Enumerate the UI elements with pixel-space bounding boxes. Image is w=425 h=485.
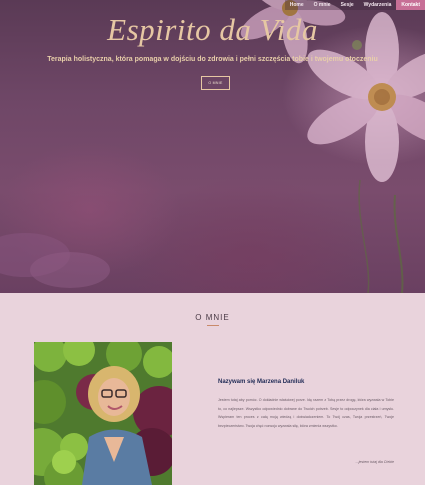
nav-item-sesje[interactable]: Sesje (336, 0, 359, 10)
heading-divider (207, 325, 219, 326)
about-section: O MNIE Nazywam się Marzena Daniluk Jeste… (0, 293, 425, 485)
nav-item-kontakt[interactable]: Kontakt (396, 0, 425, 10)
portrait-photo (34, 342, 172, 485)
author-signature: ...jestem tutaj dla Ciebie (355, 460, 394, 464)
hero-tagline: Terapia holistyczna, która pomaga w dojś… (47, 56, 378, 63)
nav-item-wydarzenia[interactable]: Wydarzenia (359, 0, 397, 10)
hero-section: Home O mnie Sesje Wydarzenia Kontakt Esp… (0, 0, 425, 293)
about-heading: O MNIE (195, 313, 230, 322)
site-title: Espirito da Vida (107, 12, 318, 47)
author-bio: Jestem tutaj aby pomóc. O dokładnie właś… (218, 398, 394, 428)
nav-item-o-mnie[interactable]: O mnie (309, 0, 336, 10)
author-name: Nazywam się Marzena Daniluk (218, 379, 305, 385)
top-nav: Home O mnie Sesje Wydarzenia Kontakt (284, 0, 425, 10)
nav-item-home[interactable]: Home (285, 0, 309, 10)
o-mnie-button[interactable]: O MNIE (201, 76, 230, 90)
